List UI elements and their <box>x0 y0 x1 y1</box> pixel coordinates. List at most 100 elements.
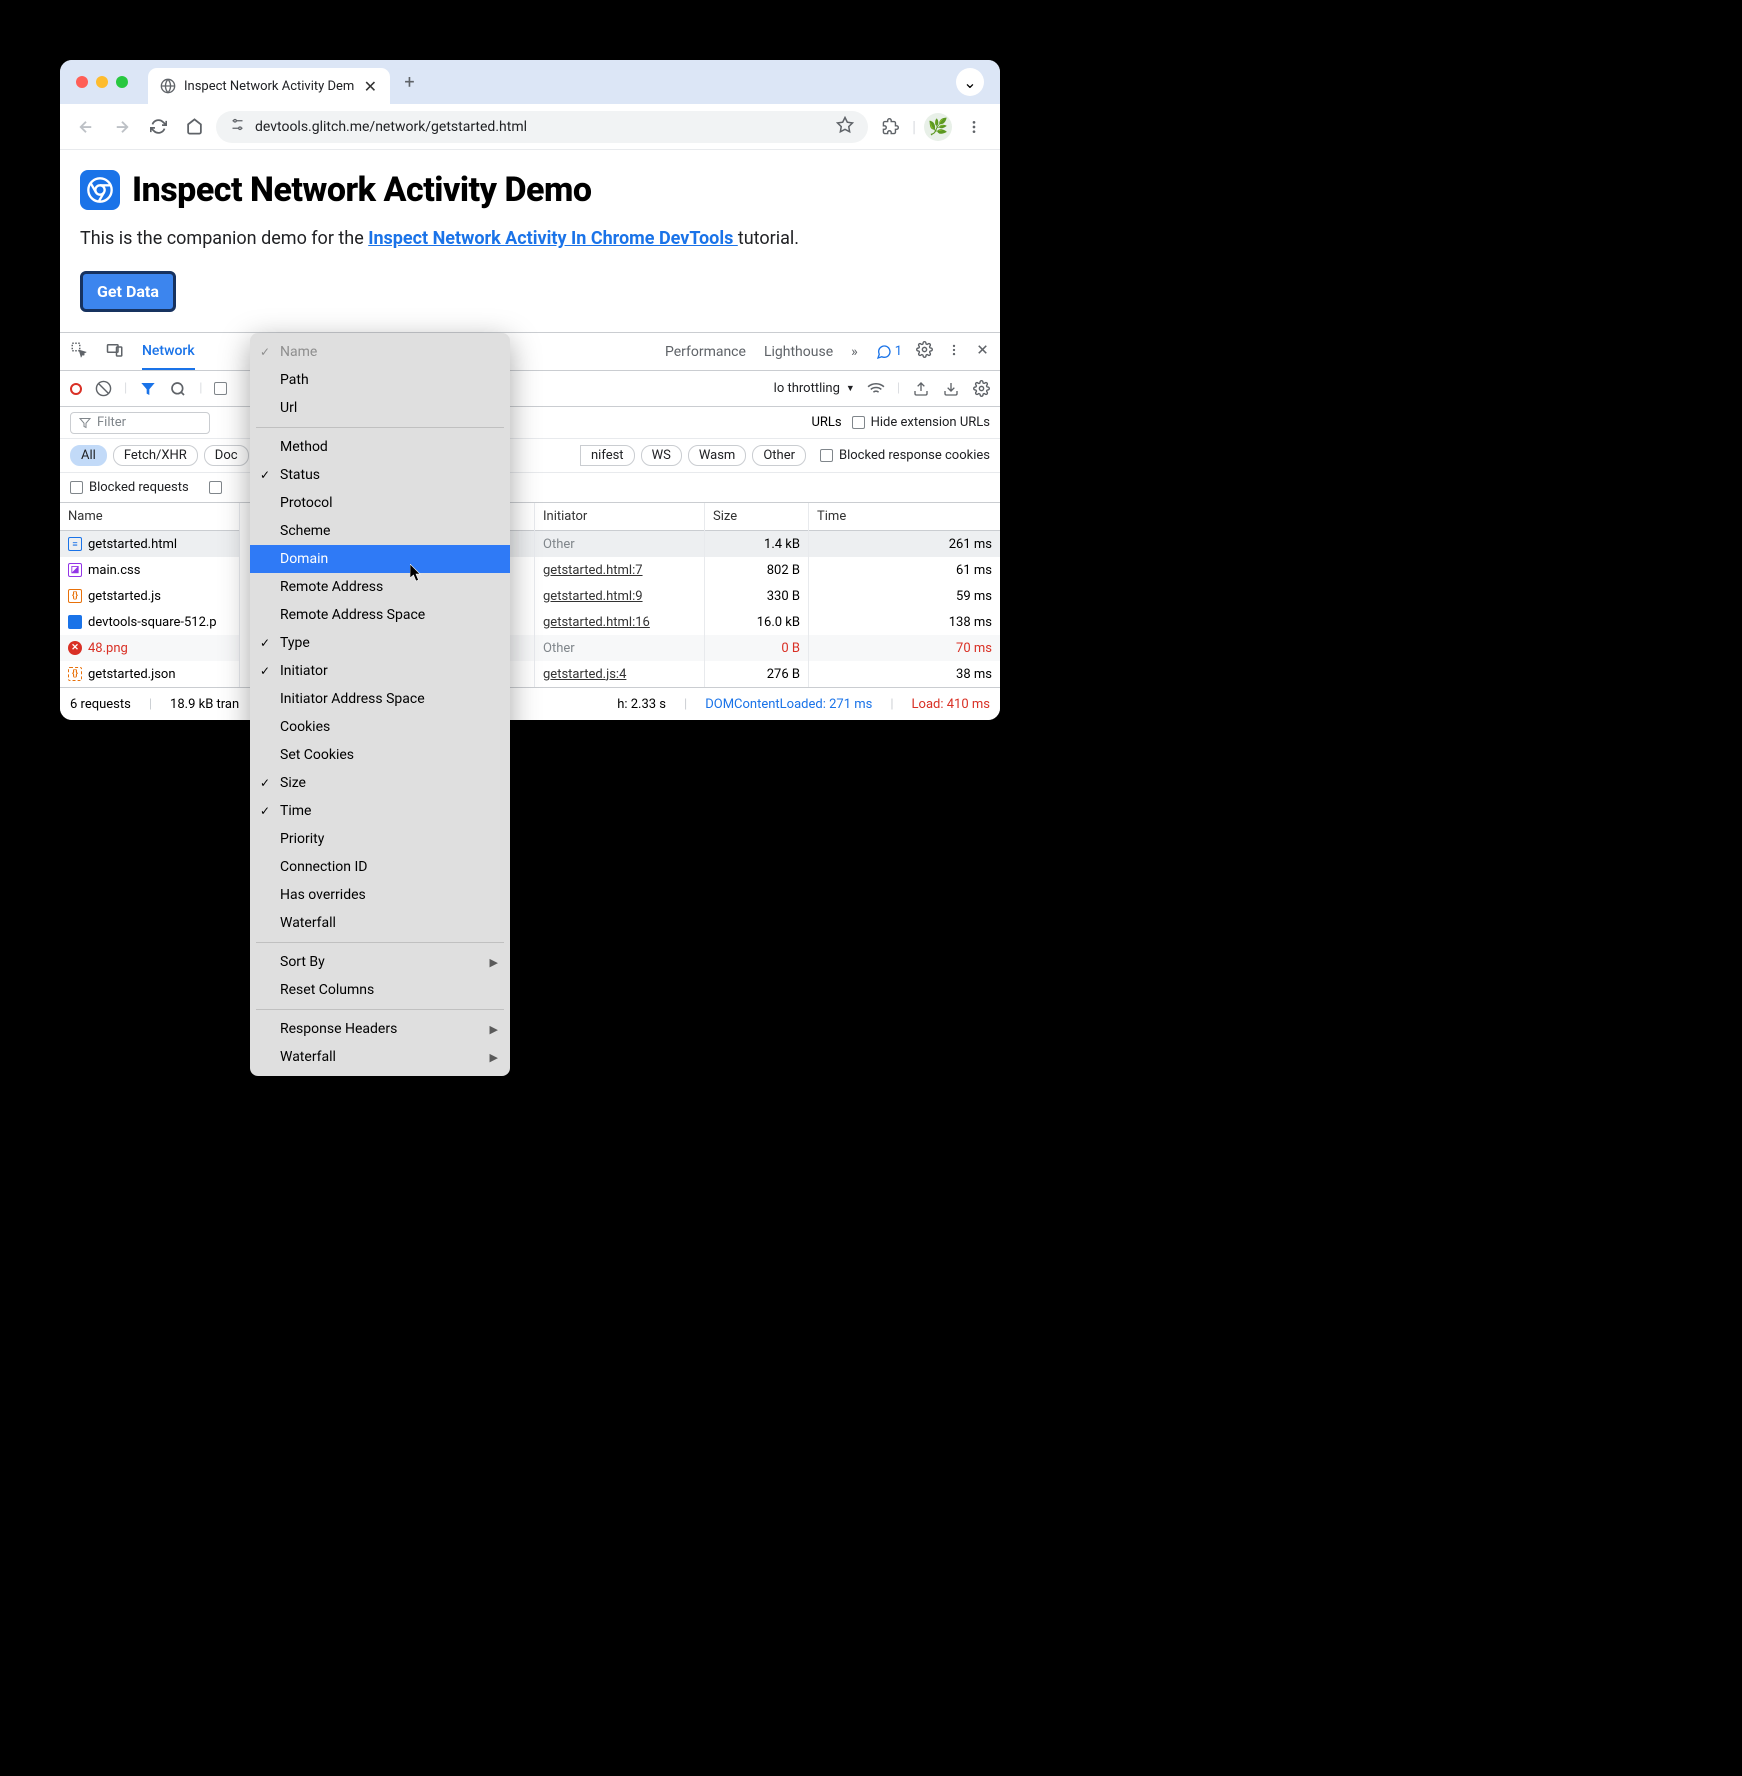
menu-item-waterfall[interactable]: Waterfall <box>250 909 510 937</box>
network-settings-icon[interactable] <box>972 380 990 398</box>
cell-time: 38 ms <box>809 661 1000 687</box>
menu-item-has-overrides[interactable]: Has overrides <box>250 881 510 909</box>
cell-size: 0 B <box>705 635 808 661</box>
throttling-dropdown[interactable]: lo throttling ▼ <box>774 381 855 396</box>
preserve-log-checkbox[interactable] <box>214 382 227 395</box>
home-button[interactable] <box>180 113 208 141</box>
wifi-icon[interactable] <box>867 380 885 398</box>
filter-ws[interactable]: WS <box>641 445 682 466</box>
tab-lighthouse[interactable]: Lighthouse <box>764 335 833 369</box>
maximize-window-button[interactable] <box>116 76 128 88</box>
menu-item-type[interactable]: ✓Type <box>250 629 510 657</box>
device-toggle-icon[interactable] <box>106 341 124 363</box>
bookmark-star-icon[interactable] <box>836 116 854 138</box>
table-row[interactable]: ≡getstarted.html <box>60 531 239 557</box>
search-icon[interactable] <box>169 380 187 398</box>
menu-separator <box>256 1009 504 1010</box>
menu-item-size[interactable]: ✓Size <box>250 769 510 797</box>
cell-initiator[interactable]: getstarted.html:16 <box>535 609 704 635</box>
menu-item-initiator[interactable]: ✓Initiator <box>250 657 510 685</box>
table-row[interactable]: {}getstarted.json <box>60 661 239 687</box>
column-header-name[interactable]: Name <box>60 503 239 531</box>
blocked-requests-checkbox[interactable]: Blocked requests <box>70 480 189 495</box>
menu-item-initiator-address-space[interactable]: Initiator Address Space <box>250 685 510 713</box>
column-header-time[interactable]: Time <box>809 503 1000 531</box>
reload-button[interactable] <box>144 113 172 141</box>
new-tab-button[interactable]: + <box>396 68 422 97</box>
extensions-button[interactable] <box>876 113 904 141</box>
filter-manifest[interactable]: nifest <box>580 445 635 466</box>
menu-item-remote-address-space[interactable]: Remote Address Space <box>250 601 510 629</box>
menu-item-scheme[interactable]: Scheme <box>250 517 510 545</box>
menu-item-waterfall[interactable]: Waterfall▶ <box>250 1043 510 1071</box>
third-party-checkbox[interactable] <box>209 481 222 494</box>
column-header-size[interactable]: Size <box>705 503 808 531</box>
tutorial-link[interactable]: Inspect Network Activity In Chrome DevTo… <box>368 228 738 249</box>
menu-item-priority[interactable]: Priority <box>250 825 510 853</box>
tab-performance[interactable]: Performance <box>665 335 746 369</box>
tab-network[interactable]: Network <box>142 334 195 370</box>
close-window-button[interactable] <box>76 76 88 88</box>
menu-item-url[interactable]: Url <box>250 394 510 422</box>
tab-title: Inspect Network Activity Dem <box>184 79 354 94</box>
menu-item-sort-by[interactable]: Sort By▶ <box>250 948 510 976</box>
devtools-menu-icon[interactable] <box>947 343 961 361</box>
more-tabs-button[interactable]: » <box>851 335 858 369</box>
filter-doc[interactable]: Doc <box>204 445 249 466</box>
minimize-window-button[interactable] <box>96 76 108 88</box>
menu-item-response-headers[interactable]: Response Headers▶ <box>250 1015 510 1043</box>
issues-button[interactable]: 1 <box>876 344 902 360</box>
menu-item-path[interactable]: Path <box>250 366 510 394</box>
filter-other[interactable]: Other <box>752 445 806 466</box>
record-button[interactable] <box>70 383 82 395</box>
table-row[interactable]: ✕48.png <box>60 635 239 661</box>
cell-initiator[interactable]: getstarted.js:4 <box>535 661 704 687</box>
cell-initiator[interactable]: getstarted.html:7 <box>535 557 704 583</box>
tune-icon <box>230 117 245 136</box>
upload-icon[interactable] <box>912 380 930 398</box>
back-button[interactable] <box>72 113 100 141</box>
close-tab-button[interactable]: ✕ <box>362 78 378 94</box>
filter-all[interactable]: All <box>70 445 107 466</box>
hide-extension-checkbox[interactable]: Hide extension URLs <box>852 415 990 430</box>
menu-item-reset-columns[interactable]: Reset Columns <box>250 976 510 1004</box>
blocked-cookies-checkbox[interactable]: Blocked response cookies <box>820 448 990 463</box>
menu-item-cookies[interactable]: Cookies <box>250 713 510 741</box>
filter-input[interactable]: Filter <box>70 412 210 434</box>
menu-item-protocol[interactable]: Protocol <box>250 489 510 517</box>
browser-menu-button[interactable] <box>960 113 988 141</box>
menu-item-remote-address[interactable]: Remote Address <box>250 573 510 601</box>
type-filter-row: All Fetch/XHR Doc nifest WS Wasm Other B… <box>60 439 1000 473</box>
menu-item-set-cookies[interactable]: Set Cookies <box>250 741 510 769</box>
column-header-initiator[interactable]: Initiator <box>535 503 704 531</box>
menu-item-connection-id[interactable]: Connection ID <box>250 853 510 881</box>
settings-gear-icon[interactable] <box>916 341 933 362</box>
inspect-element-icon[interactable] <box>70 341 88 363</box>
table-row[interactable]: {}getstarted.js <box>60 583 239 609</box>
transferred-size: 18.9 kB tran <box>170 697 239 712</box>
close-devtools-icon[interactable] <box>975 342 990 361</box>
requests-count: 6 requests <box>70 697 131 712</box>
profile-avatar[interactable]: 🌿 <box>924 113 952 141</box>
clear-icon[interactable] <box>94 380 112 398</box>
menu-item-status[interactable]: ✓Status <box>250 461 510 489</box>
address-bar[interactable]: devtools.glitch.me/network/getstarted.ht… <box>216 111 868 143</box>
cell-initiator[interactable]: getstarted.html:9 <box>535 583 704 609</box>
browser-tab[interactable]: Inspect Network Activity Dem ✕ <box>148 68 390 104</box>
menu-item-method[interactable]: Method <box>250 433 510 461</box>
get-data-button[interactable]: Get Data <box>80 271 176 312</box>
status-bar: 6 requests | 18.9 kB tran h: 2.33 s | DO… <box>60 688 1000 720</box>
cell-size: 802 B <box>705 557 808 583</box>
url-text: devtools.glitch.me/network/getstarted.ht… <box>255 119 527 135</box>
filter-fetchxhr[interactable]: Fetch/XHR <box>113 445 198 466</box>
filter-icon[interactable] <box>139 380 157 398</box>
menu-item-time[interactable]: ✓Time <box>250 797 510 825</box>
forward-button[interactable] <box>108 113 136 141</box>
table-row[interactable]: devtools-square-512.p <box>60 609 239 635</box>
chevron-down-icon: ⌄ <box>963 73 976 92</box>
filter-wasm[interactable]: Wasm <box>688 445 747 466</box>
table-row[interactable]: ◪main.css <box>60 557 239 583</box>
window-menu-button[interactable]: ⌄ <box>956 68 984 96</box>
download-icon[interactable] <box>942 380 960 398</box>
menu-item-domain[interactable]: Domain <box>250 545 510 573</box>
